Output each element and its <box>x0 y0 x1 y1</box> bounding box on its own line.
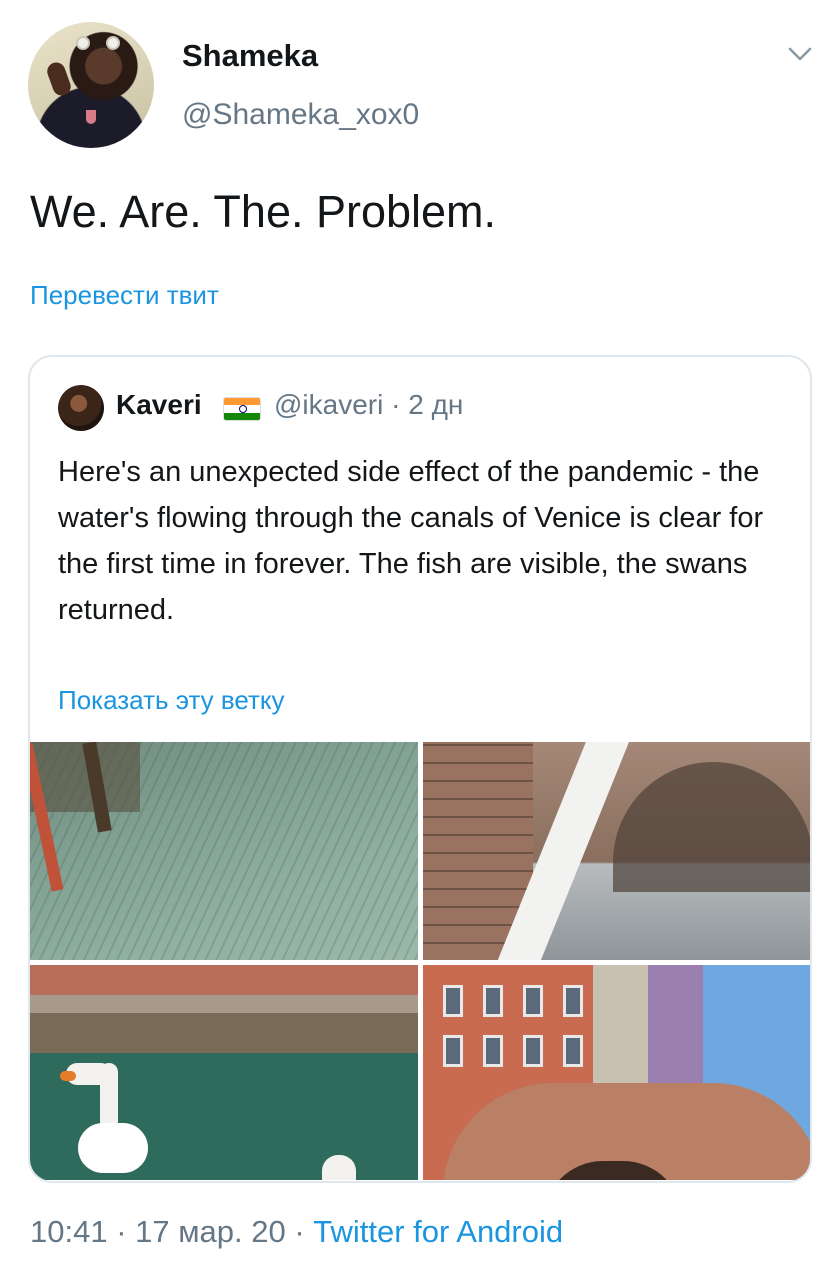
india-flag-icon <box>223 397 261 421</box>
media-grid <box>30 742 810 1181</box>
venice-bridge-photo[interactable] <box>423 965 810 1180</box>
quoted-author-avatar <box>58 385 104 431</box>
author-avatar[interactable] <box>28 22 154 148</box>
timestamp-text: 10:41 · 17 мар. 20 · <box>30 1214 314 1249</box>
canal-bridge-photo[interactable] <box>423 742 810 960</box>
tweet-text: We. Are. The. Problem. <box>30 186 497 237</box>
avatar-tongue-detail <box>86 110 96 124</box>
canal-fish-photo[interactable] <box>30 742 418 960</box>
quoted-tweet-text: Here's an unexpected side effect of the … <box>58 456 764 626</box>
quoted-author-name: Kaveri <box>116 389 202 420</box>
avatar-hand-detail <box>44 59 74 99</box>
show-thread-link[interactable]: Показать эту ветку <box>58 685 285 716</box>
tweet-header: Shameka @Shameka_xox0 <box>0 0 840 160</box>
quoted-author-meta: @ikaveri · 2 дн <box>274 389 464 420</box>
author-name[interactable]: Shameka <box>182 38 318 74</box>
author-handle[interactable]: @Shameka_xox0 <box>182 98 419 132</box>
quoted-tweet-card[interactable]: Kaveri @ikaveri · 2 дн Here's an unexpec… <box>28 355 812 1183</box>
filter-ears-icon <box>76 36 120 52</box>
tweet-timestamp: 10:41 · 17 мар. 20 · Twitter for Android <box>30 1214 563 1250</box>
translate-tweet-link[interactable]: Перевести твит <box>30 280 219 311</box>
chevron-down-icon[interactable] <box>788 46 812 62</box>
swan-photo[interactable] <box>30 965 418 1180</box>
source-app-link[interactable]: Twitter for Android <box>313 1214 563 1249</box>
